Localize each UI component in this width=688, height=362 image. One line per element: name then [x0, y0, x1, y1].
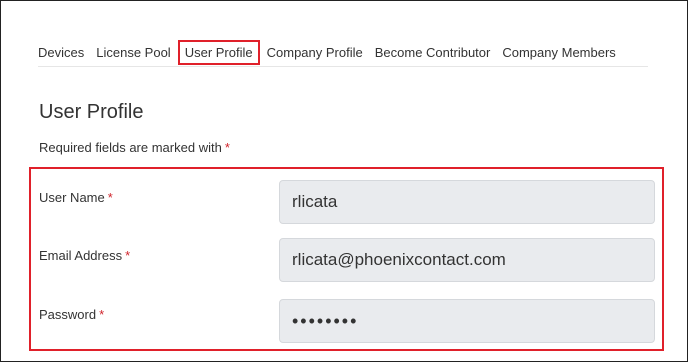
tab-license-pool[interactable]: License Pool — [96, 45, 170, 60]
required-star: * — [125, 248, 131, 263]
required-star: * — [224, 140, 230, 155]
email-label-text: Email Address — [39, 248, 123, 263]
username-label: User Name * — [39, 190, 113, 205]
tab-company-profile[interactable]: Company Profile — [267, 45, 363, 60]
email-field[interactable] — [279, 238, 655, 282]
username-field[interactable] — [279, 180, 655, 224]
profile-tab-bar: Devices License Pool User Profile Compan… — [38, 38, 648, 67]
tab-devices[interactable]: Devices — [38, 45, 84, 60]
password-field[interactable] — [279, 299, 655, 343]
tab-become-contributor[interactable]: Become Contributor — [375, 45, 491, 60]
email-label: Email Address * — [39, 248, 130, 263]
required-fields-note: Required fields are marked with * — [39, 140, 230, 155]
required-star: * — [107, 190, 113, 205]
tab-company-members[interactable]: Company Members — [502, 45, 615, 60]
required-star: * — [99, 307, 105, 322]
password-label: Password * — [39, 307, 104, 322]
required-note-text: Required fields are marked with — [39, 140, 222, 155]
username-label-text: User Name — [39, 190, 105, 205]
tab-user-profile[interactable]: User Profile — [177, 39, 260, 65]
page-title: User Profile — [39, 101, 144, 124]
password-label-text: Password — [39, 307, 97, 322]
